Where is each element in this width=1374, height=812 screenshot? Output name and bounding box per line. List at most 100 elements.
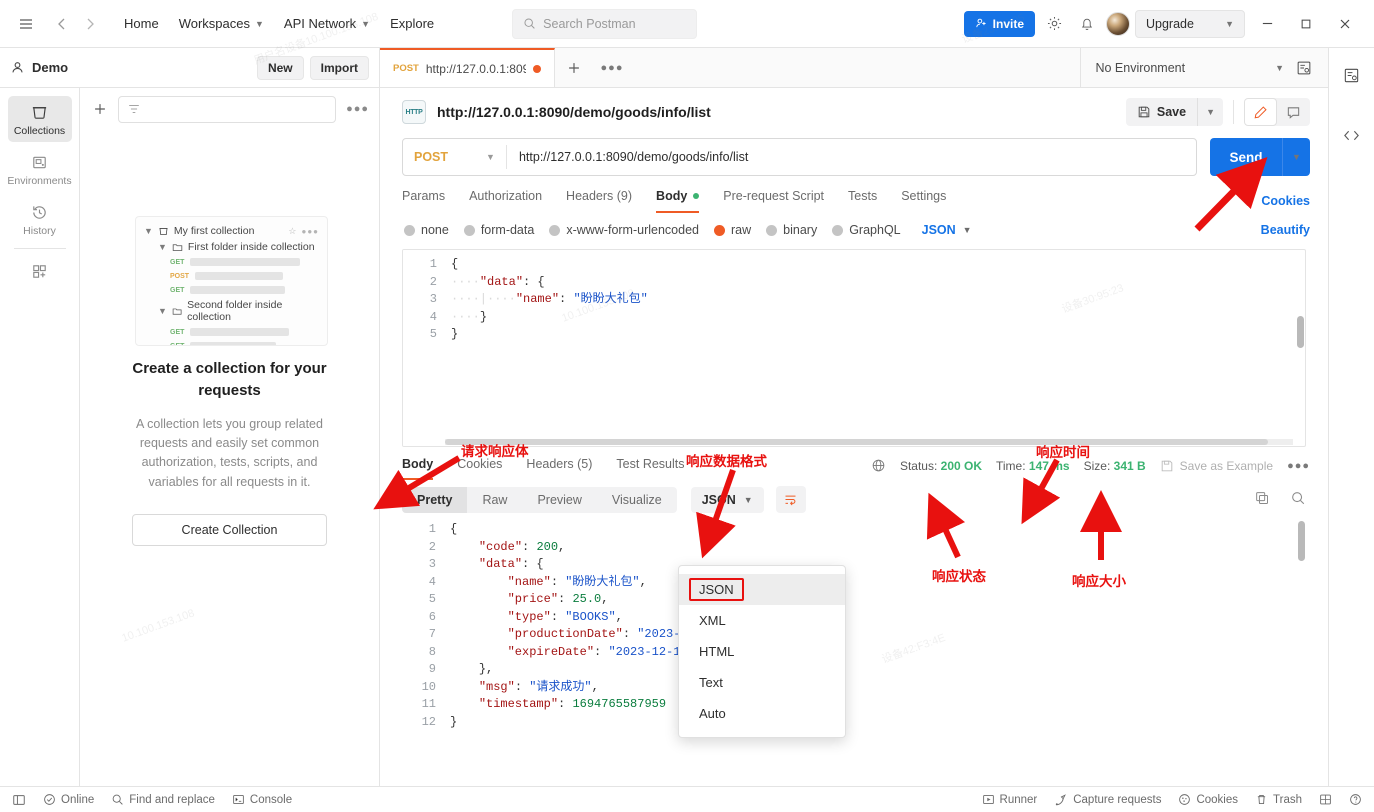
window-close-button[interactable]: [1328, 9, 1362, 39]
tab-settings[interactable]: Settings: [901, 189, 946, 213]
body-format-selector[interactable]: JSON ▼: [922, 223, 972, 237]
nav-api-network[interactable]: API Network ▼: [274, 11, 380, 36]
response-view-pretty[interactable]: Pretty: [402, 486, 468, 513]
dropdown-option-html[interactable]: HTML: [679, 636, 845, 667]
body-type-binary[interactable]: binary: [766, 223, 817, 237]
response-view-raw[interactable]: Raw: [467, 487, 522, 513]
response-format-dropdown[interactable]: JSON XML HTML Text Auto: [678, 565, 846, 738]
new-tab-button[interactable]: [555, 48, 593, 87]
search-icon[interactable]: [1290, 490, 1306, 509]
nav-explore[interactable]: Explore: [380, 11, 444, 36]
nav-workspaces-label: Workspaces: [178, 16, 250, 31]
nav-workspaces[interactable]: Workspaces ▼: [169, 11, 274, 36]
response-view-preview[interactable]: Preview: [522, 487, 596, 513]
preview-folder-name: First folder inside collection: [187, 241, 315, 253]
dropdown-option-auto[interactable]: Auto: [679, 698, 845, 729]
filter-input[interactable]: [118, 95, 337, 123]
response-view-visualize[interactable]: Visualize: [597, 487, 677, 513]
find-and-replace-button[interactable]: Find and replace: [111, 793, 215, 806]
request-body-editor[interactable]: 12345 { ····"data": { ····|····"name": "…: [402, 249, 1306, 447]
dropdown-option-text[interactable]: Text: [679, 667, 845, 698]
gear-icon[interactable]: [1040, 10, 1068, 38]
url-input[interactable]: http://127.0.0.1:8090/demo/goods/info/li…: [507, 150, 748, 164]
response-body-editor[interactable]: 1 2 3 4 5 6 7 8 9 10 11 12 { "code": 200, "data": {…: [402, 519, 1306, 737]
response-tab-headers[interactable]: Headers (5): [526, 457, 592, 480]
response-editor-code[interactable]: { "code": 200, "data": { "name": "盼盼大礼包"…: [444, 519, 1306, 731]
window-minimize-button[interactable]: [1250, 9, 1284, 39]
pencil-icon[interactable]: [1244, 98, 1277, 126]
send-button[interactable]: Send ▼: [1210, 138, 1310, 176]
runner-button[interactable]: Runner: [982, 793, 1037, 806]
help-icon[interactable]: [1349, 793, 1362, 806]
request-editor-scrollbar[interactable]: [1297, 316, 1304, 348]
hamburger-icon[interactable]: [12, 10, 40, 38]
tab-headers[interactable]: Headers (9): [566, 189, 632, 213]
body-type-graphql[interactable]: GraphQL: [832, 223, 901, 237]
dropdown-option-xml[interactable]: XML: [679, 605, 845, 636]
body-type-urlencoded[interactable]: x-www-form-urlencoded: [549, 223, 699, 237]
response-tab-cookies[interactable]: Cookies: [457, 457, 502, 480]
plus-icon[interactable]: [92, 101, 108, 117]
method-label: POST: [170, 272, 190, 280]
response-editor-scrollbar[interactable]: [1298, 521, 1305, 561]
response-more-icon[interactable]: ●●●: [1287, 460, 1310, 472]
body-type-form-data[interactable]: form-data: [463, 223, 534, 237]
upgrade-button[interactable]: Upgrade ▼: [1135, 9, 1245, 38]
tab-tests[interactable]: Tests: [848, 189, 877, 213]
upgrade-label: Upgrade: [1146, 16, 1194, 31]
bell-icon[interactable]: [1073, 10, 1101, 38]
sidebar-item-environments[interactable]: Environments: [7, 146, 72, 192]
tab-body[interactable]: Body: [656, 189, 700, 213]
save-button[interactable]: Save ▼: [1125, 98, 1223, 126]
copy-icon[interactable]: [1254, 490, 1270, 509]
invite-button[interactable]: Invite: [963, 10, 1035, 37]
request-editor-code[interactable]: { ····"data": { ····|····"name": "盼盼大礼包"…: [445, 250, 1305, 344]
arrow-left-icon[interactable]: [48, 10, 76, 38]
avatar[interactable]: [1106, 11, 1130, 36]
request-tab[interactable]: POST http://127.0.0.1:8090/…: [380, 48, 555, 87]
sidebar-item-collections[interactable]: Collections: [7, 96, 72, 142]
trash-button[interactable]: Trash: [1255, 793, 1302, 806]
environment-selector[interactable]: No Environment ▼: [1095, 61, 1284, 75]
sidebar-item-history[interactable]: History: [8, 196, 72, 242]
collections-more-icon[interactable]: ●●●: [346, 103, 369, 115]
request-name[interactable]: http://127.0.0.1:8090/demo/goods/info/li…: [437, 104, 711, 120]
import-button[interactable]: Import: [309, 55, 369, 80]
tab-pre-request-script[interactable]: Pre-request Script: [723, 189, 824, 213]
search-input[interactable]: Search Postman: [512, 8, 698, 39]
code-snippet-icon[interactable]: [1342, 126, 1361, 148]
body-type-none[interactable]: none: [404, 223, 449, 237]
comment-icon[interactable]: [1277, 98, 1310, 126]
tab-params[interactable]: Params: [402, 189, 445, 213]
save-as-example-button[interactable]: Save as Example: [1160, 459, 1273, 473]
request-editor-hscrollbar[interactable]: [445, 439, 1293, 445]
environment-quick-look-icon[interactable]: [1342, 66, 1361, 88]
sidebar-toggle-icon[interactable]: [12, 793, 26, 807]
save-dropdown-caret[interactable]: ▼: [1197, 98, 1223, 126]
collections-toolbar: ●●●: [80, 88, 379, 130]
wrap-lines-icon[interactable]: [775, 486, 806, 513]
response-tab-body[interactable]: Body: [402, 457, 434, 480]
layout-icon[interactable]: [1319, 793, 1332, 806]
response-format-selector[interactable]: JSON ▼: [690, 486, 764, 513]
cookies-link[interactable]: Cookies: [1261, 194, 1310, 208]
method-selector[interactable]: POST ▼: [403, 150, 506, 164]
sidebar-item-add[interactable]: [8, 255, 72, 286]
dropdown-option-json[interactable]: JSON: [679, 574, 845, 605]
tabstrip-more-icon[interactable]: ●●●: [593, 48, 631, 87]
environment-quick-look-icon[interactable]: [1290, 54, 1318, 82]
capture-requests-button[interactable]: Capture requests: [1054, 793, 1161, 807]
cookies-button[interactable]: Cookies: [1178, 793, 1238, 806]
beautify-link[interactable]: Beautify: [1261, 223, 1310, 237]
arrow-right-icon[interactable]: [76, 10, 104, 38]
new-button[interactable]: New: [256, 55, 304, 80]
status-online[interactable]: Online: [43, 793, 94, 806]
response-tab-test-results[interactable]: Test Results: [616, 457, 684, 480]
nav-home[interactable]: Home: [114, 11, 169, 36]
tab-authorization[interactable]: Authorization: [469, 189, 542, 213]
body-type-raw[interactable]: raw: [714, 223, 751, 237]
send-dropdown-caret[interactable]: ▼: [1282, 138, 1310, 176]
create-collection-button[interactable]: Create Collection: [132, 514, 327, 546]
console-button[interactable]: Console: [232, 793, 292, 806]
window-maximize-button[interactable]: [1289, 9, 1323, 39]
